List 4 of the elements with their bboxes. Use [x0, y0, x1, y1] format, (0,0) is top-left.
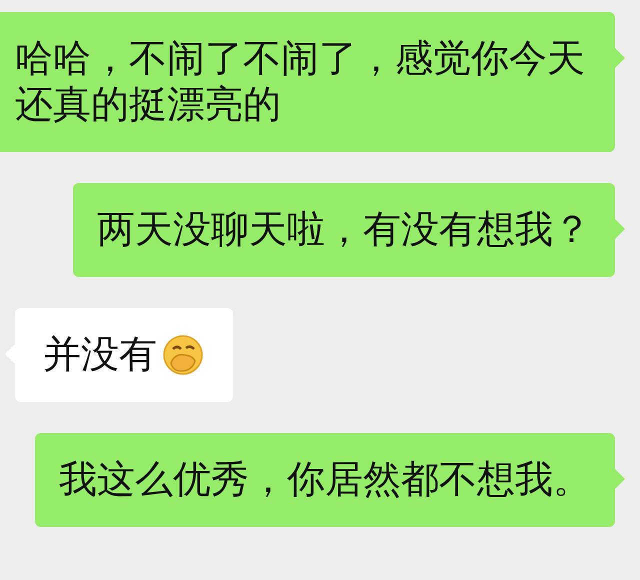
- message-text: 两天没聊天啦，有没有想我？: [97, 208, 591, 253]
- message-text: 哈哈，不闹了不闹了，感觉你今天还真的挺漂亮的: [15, 37, 586, 128]
- message-text: 我这么优秀，你居然都不想我。: [59, 458, 591, 503]
- message-text: 并没有: [43, 333, 157, 378]
